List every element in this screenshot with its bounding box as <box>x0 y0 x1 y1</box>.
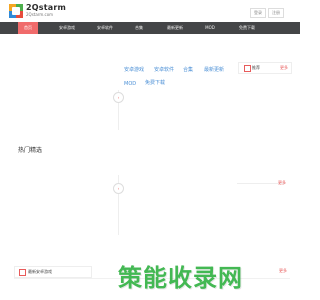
chevron-left-icon[interactable]: ‹ <box>113 183 124 194</box>
nav-item-android-games[interactable]: 安卓游戏 <box>52 22 82 34</box>
bookmark-icon <box>19 269 26 276</box>
watermark-logo: 策能收录网 <box>118 264 243 292</box>
tag-android-apps[interactable]: 安卓软件 <box>154 66 174 73</box>
chevron-right-icon[interactable]: › <box>113 92 124 103</box>
logo-text: 2Qstarm 2Qstarm.com <box>26 4 66 18</box>
tag-android-games[interactable]: 安卓游戏 <box>124 66 144 73</box>
section-title: 最新安卓游戏 <box>28 269 52 274</box>
panel-title: 推荐 <box>252 65 260 70</box>
tag-collections[interactable]: 合集 <box>183 66 193 73</box>
tag-mod[interactable]: MOD <box>124 81 136 87</box>
header: 2Qstarm 2Qstarm.com 登录 注册 <box>0 0 300 22</box>
nav-item-home[interactable]: 首页 <box>18 22 38 34</box>
main-nav: 首页 安卓游戏 安卓软件 合集 最新更新 MOD 免费下载 <box>0 22 300 34</box>
nav-item-collections[interactable]: 合集 <box>129 22 149 34</box>
register-button[interactable]: 注册 <box>268 8 284 18</box>
panel-more-link[interactable]: 更多 <box>280 65 288 71</box>
bookmark-icon <box>244 65 251 72</box>
section-more-link[interactable]: 更多 <box>279 268 287 274</box>
logo-name: 2Qstarm <box>26 3 67 12</box>
tag-latest-updates[interactable]: 最新更新 <box>204 66 224 73</box>
login-button[interactable]: 登录 <box>250 8 266 18</box>
recommend-panel-header: 推荐 更多 <box>238 62 292 74</box>
nav-item-android-apps[interactable]: 安卓软件 <box>90 22 120 34</box>
hot-picks-title: 热门精选 <box>18 147 43 154</box>
nav-item-mod[interactable]: MOD <box>199 22 221 34</box>
logo-url: 2Qstarm.com <box>26 12 54 17</box>
site-logo[interactable]: 2Qstarm 2Qstarm.com <box>9 4 66 18</box>
divider-more-link[interactable]: 更多 <box>278 180 286 186</box>
logo-icon <box>9 4 23 18</box>
latest-android-games-header: 最新安卓游戏 <box>14 266 92 278</box>
nav-item-latest-updates[interactable]: 最新更新 <box>160 22 190 34</box>
nav-item-free-download[interactable]: 免费下载 <box>232 22 262 34</box>
tag-free-download[interactable]: 免费下载 <box>145 79 165 86</box>
